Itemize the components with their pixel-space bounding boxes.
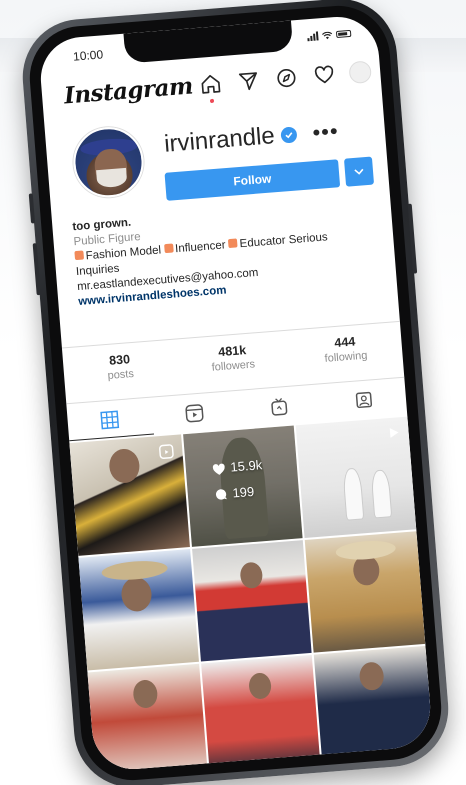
suggested-dropdown-button[interactable]: [343, 156, 375, 187]
grid-post[interactable]: 15.9k 199: [182, 425, 303, 547]
post-hover-stats: 15.9k 199: [211, 452, 266, 508]
emoji-icon: [163, 243, 174, 254]
tagged-icon: [355, 391, 372, 409]
comment-filled-icon: [215, 489, 227, 500]
profile-username-row: irvinrandle •••: [163, 117, 339, 159]
profile-avatar[interactable]: [70, 124, 147, 200]
header-icons: [197, 58, 373, 104]
more-options-button[interactable]: •••: [312, 118, 340, 146]
post-photo-figure: [247, 672, 272, 700]
post-photo-figure: [101, 558, 169, 583]
video-badge-icon: [389, 428, 399, 438]
direct-icon[interactable]: [235, 67, 263, 95]
grid-post[interactable]: [191, 540, 312, 662]
status-time: 10:00: [72, 47, 104, 64]
battery-icon: [335, 29, 352, 38]
grid-post[interactable]: [200, 654, 321, 773]
wifi-icon: [321, 31, 333, 39]
profile-bio: too grown. Public Figure Fashion Model I…: [72, 197, 378, 310]
notification-dot: [209, 98, 215, 104]
bio-text: Influencer: [174, 239, 227, 256]
grid-post[interactable]: [69, 434, 190, 556]
tab-posts-grid[interactable]: [66, 399, 153, 442]
chevron-down-icon: [354, 168, 364, 175]
profile-username: irvinrandle: [163, 122, 276, 158]
instagram-logo[interactable]: Instagram: [63, 72, 194, 109]
post-photo-figure: [335, 538, 397, 562]
post-photo-figure: [132, 679, 159, 709]
follow-button[interactable]: Follow: [164, 159, 341, 201]
stat-followers[interactable]: 481k followers: [175, 340, 291, 393]
post-photo-figure: [343, 468, 364, 520]
stat-posts[interactable]: 830 posts: [63, 349, 179, 402]
signal-icon: [307, 31, 319, 42]
grid-post[interactable]: [78, 549, 199, 671]
post-photo-figure: [358, 661, 386, 692]
post-grid: 15.9k 199: [69, 416, 434, 773]
igtv-icon: [271, 397, 288, 416]
avatar-beard: [96, 167, 128, 189]
stat-following[interactable]: 444 following: [288, 331, 404, 384]
tab-tagged[interactable]: [320, 379, 407, 422]
post-likes: 15.9k: [229, 457, 263, 475]
profile-avatar-icon[interactable]: [348, 60, 373, 85]
grid-post[interactable]: [305, 531, 426, 653]
status-icons: [307, 29, 352, 42]
emoji-icon: [74, 250, 85, 261]
grid-post[interactable]: [87, 663, 208, 773]
heart-icon[interactable]: [310, 61, 338, 89]
tab-reels[interactable]: [151, 392, 238, 435]
reels-icon: [185, 404, 204, 423]
emoji-icon: [228, 238, 238, 249]
post-comments: 199: [231, 483, 255, 501]
phone-screen: 10:00 Instagram irvinrandle ••• Follow t…: [37, 13, 434, 773]
grid-post[interactable]: [296, 416, 417, 539]
phone-mockup: 10:00 Instagram irvinrandle ••• Follow t…: [18, 0, 453, 785]
explore-icon[interactable]: [272, 64, 300, 92]
post-photo-figure: [371, 470, 392, 518]
reel-badge-icon: [158, 444, 174, 459]
post-photo-figure: [108, 447, 141, 485]
post-photo-figure: [120, 576, 153, 613]
heart-filled-icon: [212, 463, 225, 475]
tab-igtv[interactable]: [235, 385, 322, 428]
post-photo-figure: [239, 561, 263, 590]
verified-badge-icon: [280, 126, 298, 144]
grid-icon: [100, 410, 120, 430]
home-icon[interactable]: [197, 70, 225, 104]
